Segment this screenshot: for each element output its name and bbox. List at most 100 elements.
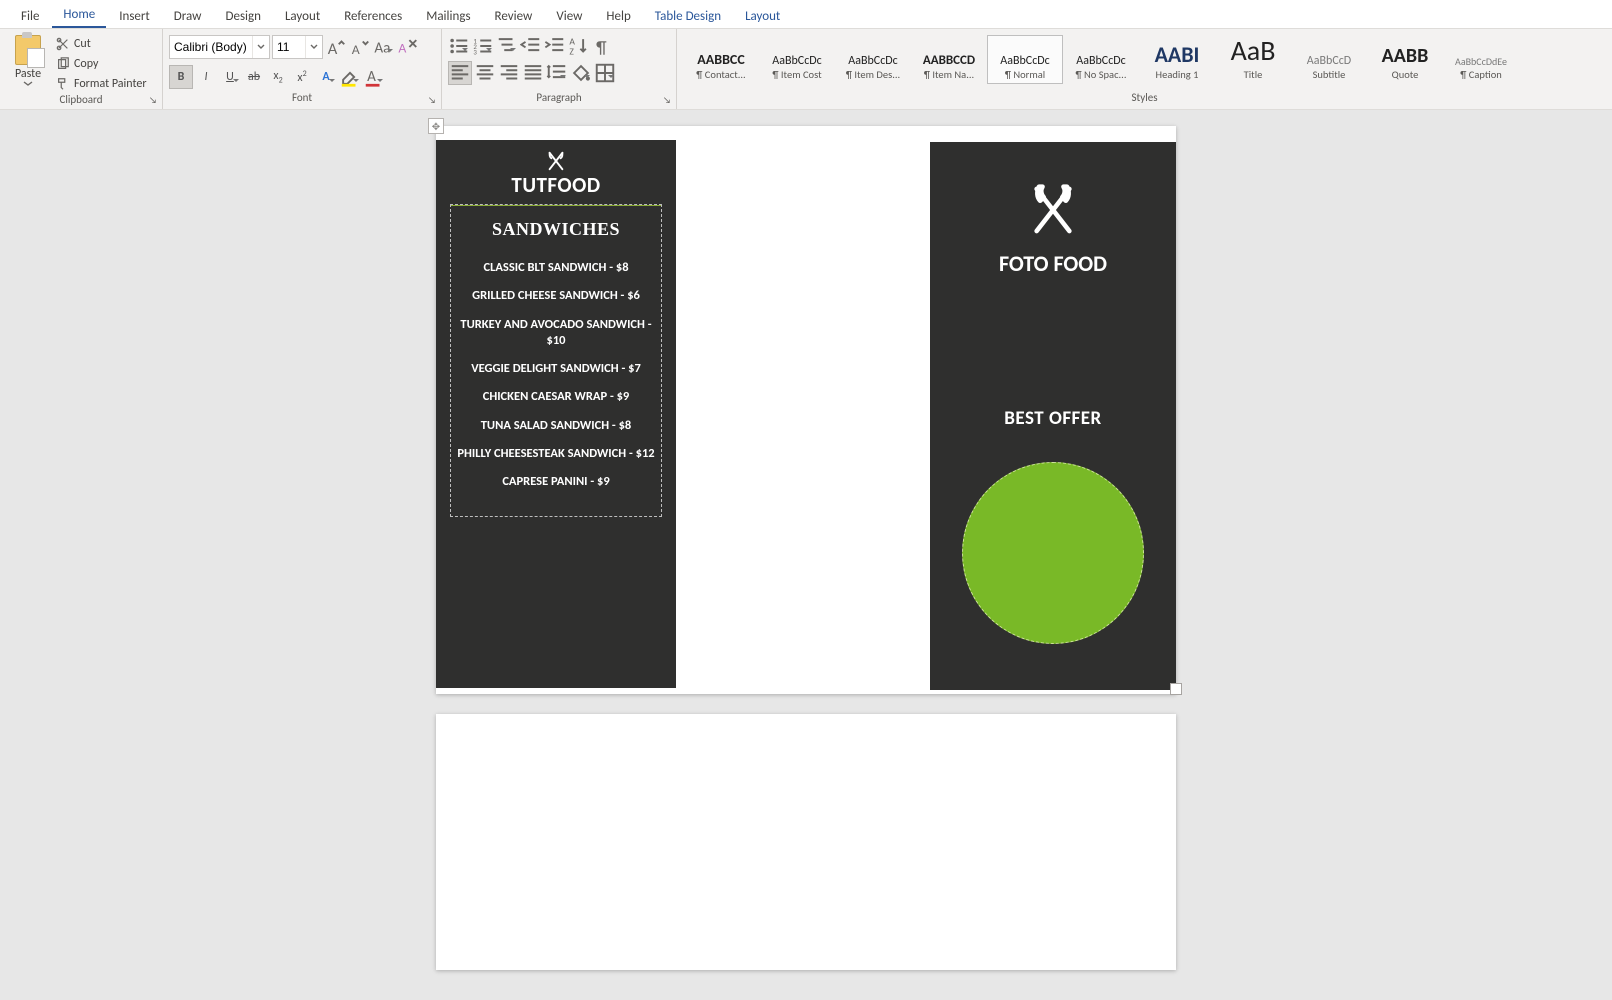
style-name: ¶ Item Des... <box>840 68 906 81</box>
tab-design[interactable]: Design <box>214 5 271 28</box>
best-offer-label: BEST OFFER <box>930 407 1176 430</box>
menu-text-selection[interactable]: SANDWICHES CLASSIC BLT SANDWICH - $8GRIL… <box>450 204 662 517</box>
style-name: ¶ Normal <box>992 68 1058 81</box>
font-family-combo[interactable] <box>169 35 270 59</box>
menu-item: CLASSIC BLT SANDWICH - $8 <box>457 260 655 276</box>
line-spacing-button[interactable] <box>546 62 568 84</box>
tab-layout[interactable]: Layout <box>274 5 331 28</box>
tab-help[interactable]: Help <box>595 5 641 28</box>
style--contact-[interactable]: AABBCC¶ Contact... <box>683 35 759 84</box>
tab-mailings[interactable]: Mailings <box>415 5 481 28</box>
style-name: ¶ Caption <box>1448 68 1514 81</box>
menu-panel-right[interactable]: FOTO FOOD BEST OFFER <box>930 142 1176 690</box>
style-title[interactable]: AaBTitle <box>1215 35 1291 84</box>
svg-text:¶: ¶ <box>596 36 607 57</box>
style-preview: AaBbCcDc <box>992 38 1058 68</box>
svg-text:Z: Z <box>569 45 574 57</box>
change-case-button[interactable]: Aa <box>373 36 395 58</box>
clipboard-launcher[interactable]: ↘ <box>146 93 160 107</box>
menu-panel-left[interactable]: TUTFOOD SANDWICHES CLASSIC BLT SANDWICH … <box>436 140 676 688</box>
justify-button[interactable] <box>522 62 544 84</box>
paragraph-launcher[interactable]: ↘ <box>660 93 674 107</box>
text-effects-button[interactable]: A <box>315 66 337 88</box>
pilcrow-icon: ¶ <box>592 35 614 57</box>
align-right-icon <box>498 62 520 84</box>
document-canvas[interactable]: ✥ TUTFOOD SANDWICHES CLASSIC BLT SANDWIC… <box>0 116 1612 1000</box>
grow-font-button[interactable]: A <box>325 36 347 58</box>
page-2[interactable] <box>436 714 1176 970</box>
page-1[interactable]: ✥ TUTFOOD SANDWICHES CLASSIC BLT SANDWIC… <box>436 126 1176 694</box>
font-color-button[interactable]: A <box>363 66 385 88</box>
style--item-cost[interactable]: AaBbCcDc¶ Item Cost <box>759 35 835 84</box>
align-right-button[interactable] <box>498 62 520 84</box>
styles-gallery[interactable]: AABBCC¶ Contact...AaBbCcDc¶ Item CostAaB… <box>683 35 1519 84</box>
cut-button[interactable]: Cut <box>54 35 149 53</box>
align-left-button[interactable] <box>448 61 472 85</box>
tab-references[interactable]: References <box>333 5 413 28</box>
resize-handle[interactable] <box>1170 683 1182 695</box>
tab-home[interactable]: Home <box>52 3 106 28</box>
multilevel-button[interactable] <box>496 35 518 57</box>
superscript-button[interactable]: x2 <box>291 66 313 88</box>
paint-bucket-icon <box>570 62 592 84</box>
style--caption[interactable]: AaBbCcDdEe¶ Caption <box>1443 35 1519 84</box>
indent-button[interactable] <box>544 35 566 57</box>
outdent-button[interactable] <box>520 35 542 57</box>
align-center-icon <box>474 62 496 84</box>
tab-view[interactable]: View <box>545 5 593 28</box>
show-marks-button[interactable]: ¶ <box>592 35 614 57</box>
style--no-spac-[interactable]: AaBbCcDc¶ No Spac... <box>1063 35 1139 84</box>
multilevel-icon <box>496 35 518 57</box>
style-name: Heading 1 <box>1144 68 1210 81</box>
font-size-combo[interactable] <box>272 35 323 59</box>
ribbon: Paste Cut Copy Format Painter Clipboard <box>0 29 1612 110</box>
sort-icon: AZ <box>568 35 590 57</box>
numbering-button[interactable]: 123 <box>472 35 494 57</box>
copy-button[interactable]: Copy <box>54 55 149 73</box>
bold-button[interactable]: B <box>169 65 193 89</box>
font-size-input[interactable] <box>273 40 305 54</box>
group-label-font: Font <box>169 91 435 109</box>
strike-button[interactable]: ab <box>243 66 265 88</box>
tab-table-design[interactable]: Table Design <box>644 5 732 28</box>
table-anchor-icon[interactable]: ✥ <box>428 118 444 134</box>
chevron-down-icon[interactable] <box>252 36 269 58</box>
svg-text:A: A <box>367 68 376 86</box>
shading-button[interactable] <box>570 62 592 84</box>
left-card-title: TUTFOOD <box>436 172 676 198</box>
style-quote[interactable]: AABBQuote <box>1367 35 1443 84</box>
tab-table-layout[interactable]: Layout <box>734 5 791 28</box>
group-label-styles: Styles <box>683 91 1606 109</box>
subscript-button[interactable]: x2 <box>267 66 289 88</box>
clear-format-button[interactable]: A <box>397 36 419 58</box>
tab-insert[interactable]: Insert <box>108 5 161 28</box>
style-name: ¶ Item Na... <box>916 68 982 81</box>
style-heading-1[interactable]: AABIHeading 1 <box>1139 35 1215 84</box>
bullets-button[interactable] <box>448 35 470 57</box>
bullets-icon <box>448 35 470 57</box>
font-family-input[interactable] <box>170 40 252 54</box>
style-subtitle[interactable]: AaBbCcDSubtitle <box>1291 35 1367 84</box>
chevron-down-icon[interactable] <box>305 36 322 58</box>
format-painter-button[interactable]: Format Painter <box>54 75 149 93</box>
tab-draw[interactable]: Draw <box>163 5 213 28</box>
svg-text:A: A <box>352 41 360 58</box>
group-font: A A Aa A B I U ab x2 x2 A <box>163 29 442 109</box>
style--item-na-[interactable]: AABBCCD¶ Item Na... <box>911 35 987 84</box>
group-paragraph: 123 AZ ¶ <box>442 29 677 109</box>
menu-item: TUNA SALAD SANDWICH - $8 <box>457 418 655 434</box>
borders-button[interactable] <box>594 62 616 84</box>
tab-file[interactable]: File <box>10 5 50 28</box>
style--item-des-[interactable]: AaBbCcDc¶ Item Des... <box>835 35 911 84</box>
paste-button[interactable]: Paste <box>6 35 50 87</box>
italic-button[interactable]: I <box>195 66 217 88</box>
tab-review[interactable]: Review <box>484 5 544 28</box>
style--normal[interactable]: AaBbCcDc¶ Normal <box>987 35 1063 84</box>
underline-button[interactable]: U <box>219 66 241 88</box>
shrink-font-button[interactable]: A <box>349 36 371 58</box>
font-launcher[interactable]: ↘ <box>425 93 439 107</box>
sort-button[interactable]: AZ <box>568 35 590 57</box>
align-center-button[interactable] <box>474 62 496 84</box>
green-circle-shape[interactable] <box>962 462 1144 644</box>
highlight-button[interactable] <box>339 66 361 88</box>
